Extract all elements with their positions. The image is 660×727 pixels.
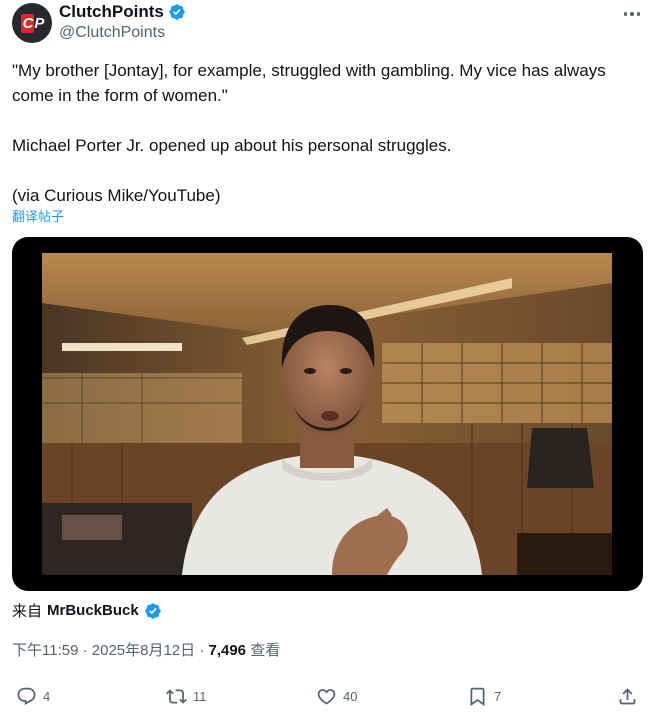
translate-post-link[interactable]: 翻译帖子 [12,206,64,225]
like-count: 40 [343,689,358,704]
video-thumbnail[interactable] [42,253,612,575]
bookmark-icon [470,687,485,707]
share-icon [619,688,636,705]
video-frame-illustration [42,253,612,575]
author-handle[interactable]: @ClutchPoints [59,24,165,42]
video-player[interactable] [12,237,643,591]
bookmark-count: 7 [494,689,502,704]
avatar[interactable]: CP [12,3,52,43]
retweet-button[interactable]: 11 [166,686,207,707]
verified-badge-icon [169,4,185,20]
more-icon-dot [623,12,628,16]
timestamp[interactable]: 下午11:59 · 2025年8月12日 · [12,642,208,659]
more-icon-dot [630,12,634,16]
reply-button[interactable]: 4 [16,686,50,707]
reply-count: 4 [43,689,51,704]
retweet-icon [166,689,187,704]
like-button[interactable]: 40 [316,686,357,707]
bookmark-button[interactable]: 7 [467,686,501,707]
source-label: 来自 [12,603,43,620]
source-name[interactable]: MrBuckBuck [47,602,139,619]
verified-badge-icon [145,602,161,619]
reply-icon [17,687,36,705]
share-button[interactable] [617,686,638,707]
display-name[interactable]: ClutchPoints [59,2,164,22]
author-name-row[interactable]: ClutchPoints [59,2,186,22]
views-label: 查看 [246,642,281,659]
views-count: 7,496 [208,642,247,659]
tweet-meta: 下午11:59 · 2025年8月12日 · 7,496 查看 [12,639,280,660]
more-options-button[interactable] [622,4,642,24]
video-source[interactable]: 来自 MrBuckBuck [12,600,162,621]
action-bar: 4 11 40 7 [0,680,660,720]
retweet-count: 11 [193,689,207,704]
tweet-text: "My brother [Jontay], for example, strug… [12,61,606,205]
heart-icon [317,689,336,705]
more-icon-dot [636,12,641,16]
clutchpoints-logo: CP [20,13,44,33]
